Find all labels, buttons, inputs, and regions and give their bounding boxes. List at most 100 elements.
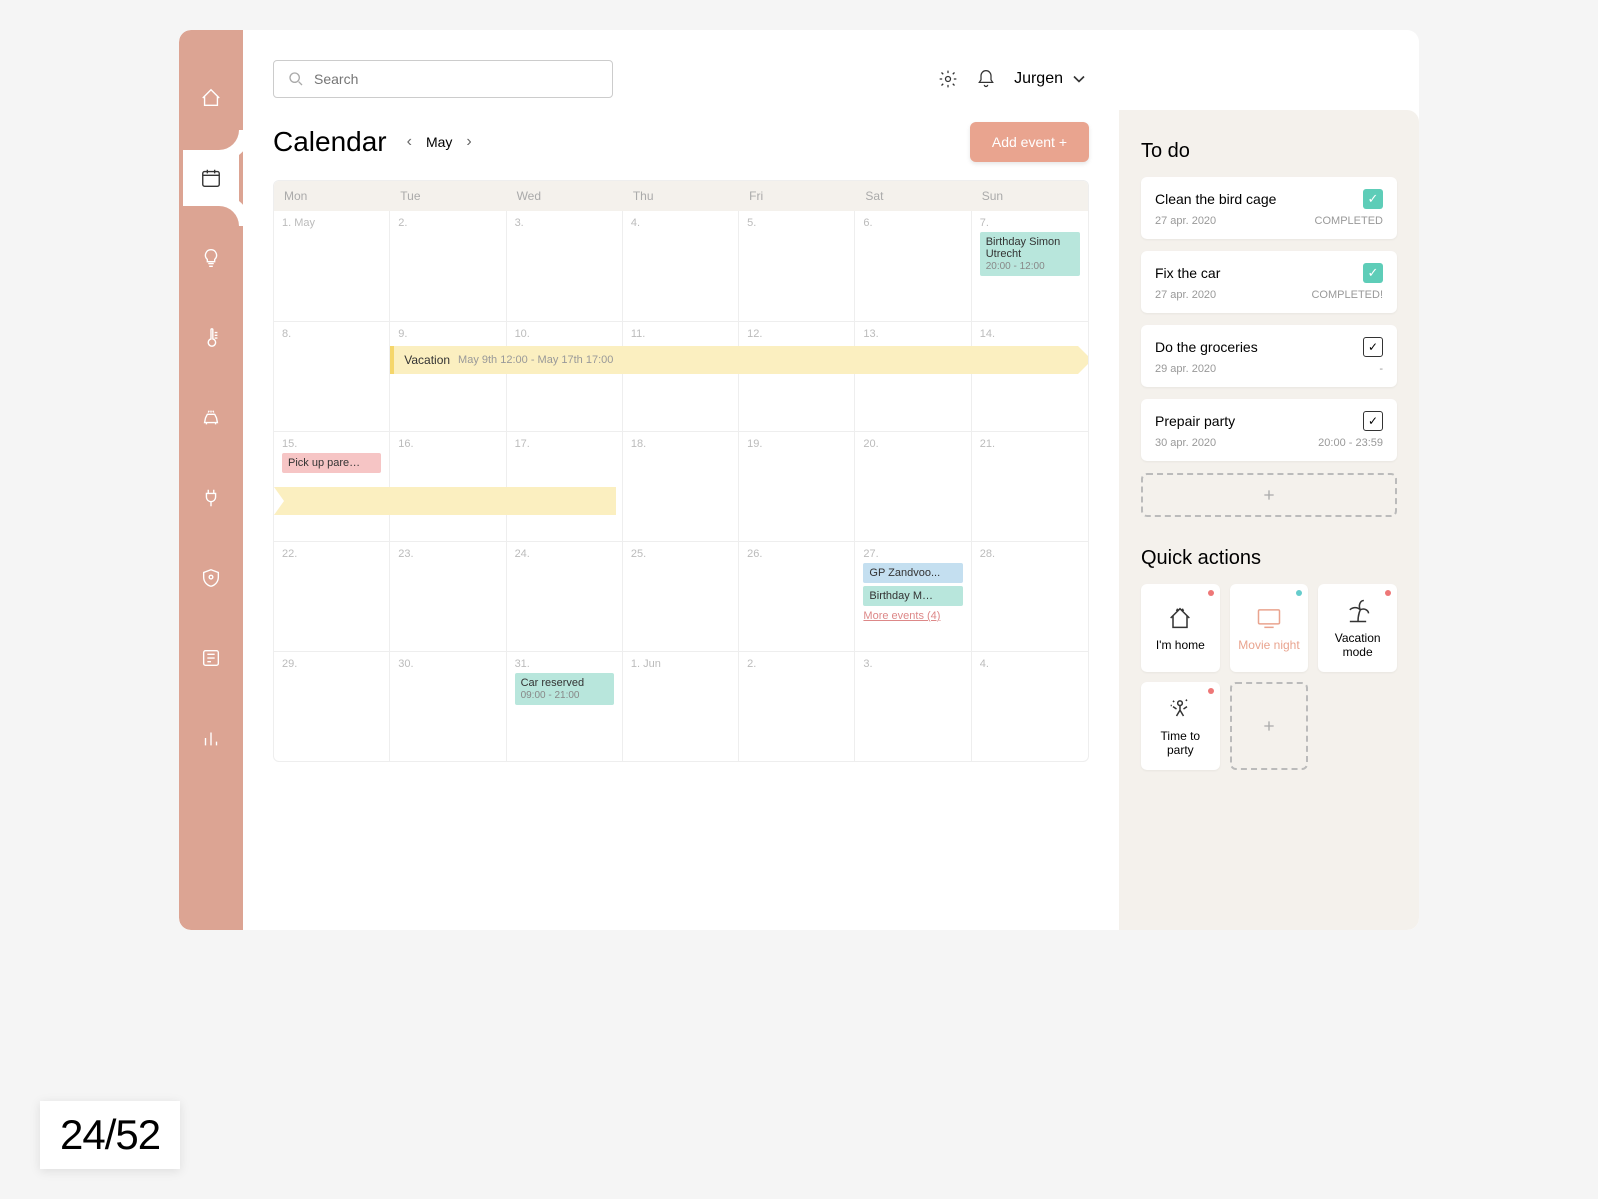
add-todo-button[interactable]	[1141, 473, 1397, 517]
shield-icon	[200, 567, 222, 589]
cal-cell[interactable]: 4.	[972, 652, 1088, 761]
quick-action-home[interactable]: I'm home	[1141, 584, 1220, 672]
check-icon[interactable]: ✓	[1363, 189, 1383, 209]
palm-icon	[1344, 597, 1372, 625]
status-dot	[1296, 590, 1302, 596]
quick-action-party[interactable]: Time to party	[1141, 682, 1220, 770]
cal-cell[interactable]: 10.	[507, 322, 623, 431]
sidebar-car[interactable]	[183, 390, 239, 446]
event-gp[interactable]: GP Zandvoo...	[863, 563, 962, 583]
todo-item[interactable]: Fix the car ✓ 27 apr. 2020 COMPLETED!	[1141, 251, 1397, 313]
prev-month[interactable]: ‹	[407, 133, 412, 151]
quick-action-movie[interactable]: Movie night	[1230, 584, 1309, 672]
cal-cell[interactable]: 5.	[739, 211, 855, 321]
event-birthday-m[interactable]: Birthday M…	[863, 586, 962, 606]
user-name: Jurgen	[1014, 70, 1063, 88]
todo-item[interactable]: Prepair party 30 apr. 2020 20:00 - 23:59	[1141, 399, 1397, 461]
sidebar-energy[interactable]	[183, 470, 239, 526]
check-icon[interactable]: ✓	[1363, 263, 1383, 283]
page-title: Calendar	[273, 126, 387, 158]
day-head: Tue	[390, 181, 506, 211]
cal-cell[interactable]: 21.	[972, 432, 1088, 541]
cal-cell[interactable]: 1. May	[274, 211, 390, 321]
day-head: Wed	[507, 181, 623, 211]
cal-cell[interactable]: 13.	[855, 322, 971, 431]
more-events-link[interactable]: More events (4)	[863, 610, 962, 622]
cal-cell[interactable]: 12.	[739, 322, 855, 431]
cal-cell[interactable]: 4.	[623, 211, 739, 321]
cal-cell[interactable]: 18.	[623, 432, 739, 541]
todo-item[interactable]: Do the groceries 29 apr. 2020 -	[1141, 325, 1397, 387]
sidebar-lights[interactable]	[183, 230, 239, 286]
add-event-button[interactable]: Add event +	[970, 122, 1089, 162]
day-head: Mon	[274, 181, 390, 211]
todo-item[interactable]: Clean the bird cage ✓ 27 apr. 2020 COMPL…	[1141, 177, 1397, 239]
event-vacation[interactable]: Vacation May 9th 12:00 - May 17th 17:00	[390, 346, 1078, 374]
home-icon	[200, 87, 222, 109]
month-nav: ‹ May ›	[407, 133, 472, 151]
next-month[interactable]: ›	[466, 133, 471, 151]
chevron-down-icon	[1069, 69, 1089, 89]
sidebar-climate[interactable]	[183, 310, 239, 366]
cal-cell[interactable]: 19.	[739, 432, 855, 541]
search-input[interactable]	[314, 71, 598, 87]
event-pickup[interactable]: Pick up pare…	[282, 453, 381, 473]
cal-cell[interactable]: 2.	[390, 211, 506, 321]
cal-cell[interactable]: 24.	[507, 542, 623, 651]
user-menu[interactable]: Jurgen	[1014, 69, 1089, 89]
search-box[interactable]	[273, 60, 613, 98]
event-car-reserved[interactable]: Car reserved 09:00 - 21:00	[515, 673, 614, 705]
cal-cell[interactable]: 29.	[274, 652, 390, 761]
cal-cell[interactable]: 3.	[855, 652, 971, 761]
cal-cell[interactable]: 14.	[972, 322, 1088, 431]
cal-cell[interactable]: 26.	[739, 542, 855, 651]
settings-icon[interactable]	[938, 69, 958, 89]
bell-icon[interactable]	[976, 69, 996, 89]
cal-cell[interactable]: 23.	[390, 542, 506, 651]
event-birthday-simon[interactable]: Birthday Simon Utrecht 20:00 - 12:00	[980, 232, 1080, 276]
status-dot	[1385, 590, 1391, 596]
thermometer-icon	[200, 327, 222, 349]
current-month: May	[426, 134, 452, 150]
home-icon	[1166, 604, 1194, 632]
status-dot	[1208, 688, 1214, 694]
status-dot	[1208, 590, 1214, 596]
lightbulb-icon	[200, 247, 222, 269]
day-head: Fri	[739, 181, 855, 211]
bar-chart-icon	[200, 727, 222, 749]
sidebar-security[interactable]	[183, 550, 239, 606]
event-vacation-continued[interactable]	[274, 487, 616, 515]
sidebar-stats[interactable]	[183, 710, 239, 766]
search-icon	[288, 71, 304, 87]
sidebar-calendar[interactable]	[183, 150, 239, 206]
sidebar-news[interactable]	[183, 630, 239, 686]
quick-actions-title: Quick actions	[1141, 547, 1397, 570]
cal-cell[interactable]: 31. Car reserved 09:00 - 21:00	[507, 652, 623, 761]
right-panel: To do Clean the bird cage ✓ 27 apr. 2020…	[1119, 110, 1419, 930]
cal-cell[interactable]: 8.	[274, 322, 390, 431]
add-quick-action-button[interactable]	[1230, 682, 1309, 770]
sidebar-home[interactable]	[183, 70, 239, 126]
header: Jurgen	[273, 60, 1089, 98]
cal-cell[interactable]: 22.	[274, 542, 390, 651]
plus-icon	[1261, 487, 1277, 503]
cal-cell[interactable]: 6.	[855, 211, 971, 321]
cal-cell[interactable]: 30.	[390, 652, 506, 761]
cal-cell[interactable]: 11.	[623, 322, 739, 431]
check-icon[interactable]	[1363, 411, 1383, 431]
quick-action-vacation[interactable]: Vacation mode	[1318, 584, 1397, 672]
cal-cell[interactable]: 28.	[972, 542, 1088, 651]
cal-cell[interactable]: 27. GP Zandvoo... Birthday M… More event…	[855, 542, 971, 651]
cal-cell[interactable]: 2.	[739, 652, 855, 761]
plug-icon	[200, 487, 222, 509]
plus-icon	[1261, 718, 1277, 734]
calendar-icon	[200, 167, 222, 189]
cal-cell[interactable]: 1. Jun	[623, 652, 739, 761]
cal-cell[interactable]: 7. Birthday Simon Utrecht 20:00 - 12:00	[972, 211, 1088, 321]
cal-cell[interactable]: 25.	[623, 542, 739, 651]
check-icon[interactable]	[1363, 337, 1383, 357]
cal-cell[interactable]: 20.	[855, 432, 971, 541]
cal-cell[interactable]: 3.	[507, 211, 623, 321]
calendar-grid: Mon Tue Wed Thu Fri Sat Sun 1. May 2. 3.…	[273, 180, 1089, 762]
cal-cell[interactable]: 9.	[390, 322, 506, 431]
